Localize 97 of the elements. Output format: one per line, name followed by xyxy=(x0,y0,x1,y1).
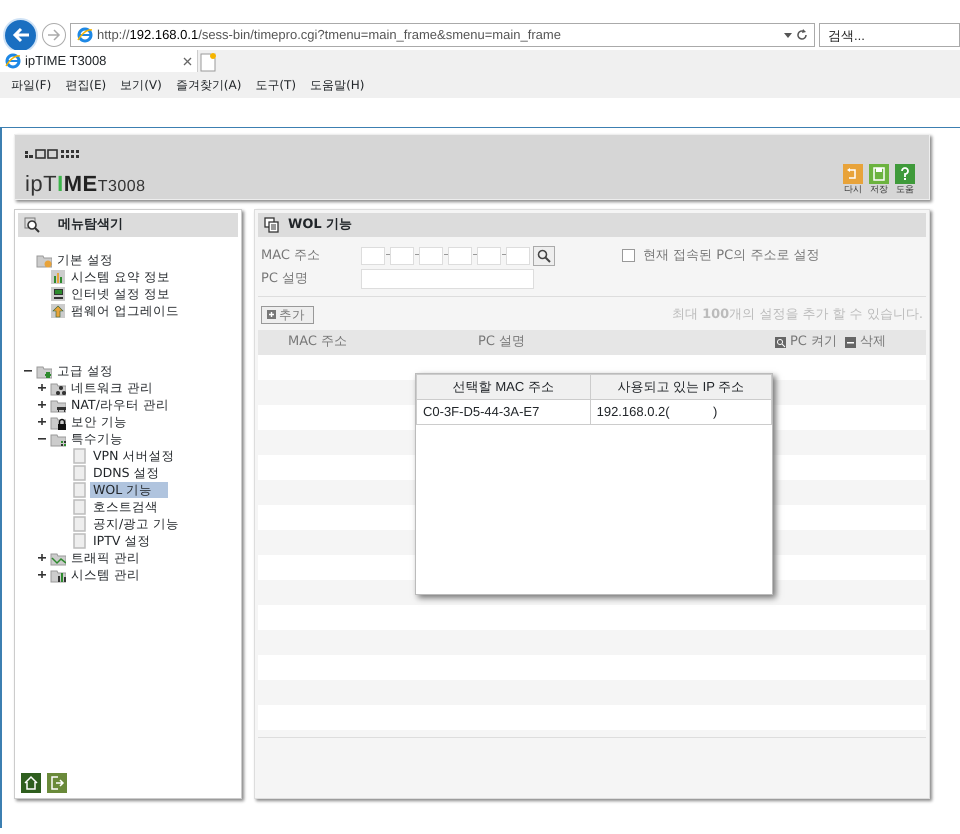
bar-chart-icon xyxy=(50,268,66,284)
logout-icon xyxy=(47,773,67,793)
expand-icon[interactable] xyxy=(38,553,46,562)
forward-arrow-icon xyxy=(47,29,61,41)
panel-title: 메뉴탐색기 xyxy=(58,216,123,234)
tree-item[interactable]: 시스템 요약 정보 xyxy=(68,268,173,284)
undo-icon xyxy=(843,164,863,184)
new-tab-icon[interactable] xyxy=(198,52,218,72)
help-icon xyxy=(895,164,915,184)
tree-item[interactable]: DDNS 설정 xyxy=(90,464,163,480)
menu-item[interactable]: 보기(V) xyxy=(120,76,162,94)
browser-icon xyxy=(77,27,93,43)
panel-title: WOL 기능 xyxy=(288,216,352,234)
column-header: 사용되고 있는 IP 주소 xyxy=(590,374,772,400)
browser-tab[interactable]: ipTIME T3008 xyxy=(0,50,198,72)
page-icon xyxy=(72,464,88,480)
back-button[interactable] xyxy=(3,18,38,52)
table-cell[interactable]: C0-3F-D5-44-3A-E7 xyxy=(416,400,590,424)
home-icon xyxy=(21,773,41,793)
tree-item[interactable]: 시스템 관리 xyxy=(68,566,143,582)
toolbar-button[interactable]: 다시 xyxy=(843,164,863,197)
tab-title: ipTIME T3008 xyxy=(25,52,108,70)
mac-octet-field[interactable] xyxy=(506,246,530,264)
tree-item[interactable]: 인터넷 설정 정보 xyxy=(68,286,173,302)
field-label: PC 설명 xyxy=(261,270,310,288)
toolbar-button[interactable]: 도움 xyxy=(895,164,915,197)
home-button[interactable] xyxy=(21,773,41,793)
mac-octet-field[interactable] xyxy=(448,246,472,264)
tree-item[interactable]: 특수기능 xyxy=(68,430,126,446)
expand-icon[interactable] xyxy=(38,417,46,426)
page-icon xyxy=(72,498,88,514)
dash-icon xyxy=(502,254,506,256)
toolbar-button[interactable]: 저장 xyxy=(869,164,889,197)
tree-item[interactable]: 보안 기능 xyxy=(68,414,130,430)
back-arrow-icon xyxy=(12,27,30,43)
add-button[interactable]: 추가 xyxy=(261,306,314,324)
magnifier-icon xyxy=(24,217,40,233)
dash-icon xyxy=(444,254,448,256)
logout-button[interactable] xyxy=(47,773,67,793)
tree-item[interactable]: 호스트검색 xyxy=(90,498,161,514)
expand-icon[interactable] xyxy=(38,570,46,579)
delete-header[interactable]: 삭제 xyxy=(845,332,886,352)
tree-item[interactable]: VPN 서버설정 xyxy=(90,448,178,464)
refresh-icon[interactable] xyxy=(796,29,808,41)
dropdown-caret-icon[interactable] xyxy=(784,32,792,38)
monitor-icon xyxy=(50,286,66,302)
dash-icon xyxy=(472,254,476,256)
tree-item[interactable]: 기본 설정 xyxy=(54,252,116,268)
search-icon xyxy=(774,336,786,348)
dash-icon xyxy=(386,254,390,256)
close-icon[interactable] xyxy=(183,56,192,66)
tree-item[interactable]: WOL 기능 xyxy=(90,482,168,498)
menu-item[interactable]: 도구(T) xyxy=(255,76,296,94)
browser-icon xyxy=(5,53,21,69)
limit-note: 최대 100개의 설정을 추가 할 수 있습니다. xyxy=(672,306,923,324)
tree-item[interactable]: 공지/광고 기능 xyxy=(90,516,182,532)
column-header: PC 설명 xyxy=(478,333,526,352)
expand-icon[interactable] xyxy=(38,400,46,409)
address-bar[interactable]: http://192.168.0.1/sess-bin/timepro.cgi?tmenu=main_frame&smenu=main_frame xyxy=(70,23,815,47)
tree-item[interactable]: 네트워크 관리 xyxy=(68,380,156,396)
dash-icon xyxy=(414,254,418,256)
mac-octet-field[interactable] xyxy=(390,246,414,264)
expand-icon[interactable] xyxy=(38,383,46,392)
plus-icon xyxy=(267,310,276,320)
field-label: MAC 주소 xyxy=(261,246,322,265)
save-icon xyxy=(869,164,889,184)
windows-icon xyxy=(264,217,280,233)
page-icon xyxy=(72,448,88,464)
menu-item[interactable]: 즐겨찾기(A) xyxy=(176,76,242,94)
column-header: 선택할 MAC 주소 xyxy=(416,374,590,400)
checkbox[interactable] xyxy=(622,249,635,262)
tree-item[interactable]: 고급 설정 xyxy=(54,362,116,378)
search-icon xyxy=(537,248,551,262)
mac-octet-field[interactable] xyxy=(477,246,501,264)
page-icon xyxy=(72,516,88,532)
menu-item[interactable]: 편집(E) xyxy=(65,76,106,94)
mac-octet-field[interactable] xyxy=(419,246,443,264)
tree-item[interactable]: 트래픽 관리 xyxy=(68,550,143,566)
checkbox-label: 현재 접속된 PC의 주소로 설정 xyxy=(643,246,820,265)
upload-icon xyxy=(50,302,66,318)
tree-item[interactable]: 펌웨어 업그레이드 xyxy=(68,302,182,318)
page-icon xyxy=(72,532,88,548)
wake-pc-header[interactable]: PC 켜기 xyxy=(774,332,837,352)
search-field[interactable]: 검색... xyxy=(819,23,960,47)
logo-text: ipTIMET3008 xyxy=(25,172,146,194)
search-button[interactable] xyxy=(533,246,555,266)
menu-item[interactable]: 도움말(H) xyxy=(310,76,364,94)
page-icon xyxy=(72,482,88,498)
tree-item[interactable]: IPTV 설정 xyxy=(90,532,154,548)
minus-icon xyxy=(845,336,856,348)
table-cell[interactable]: 192.168.0.2( ) xyxy=(590,400,772,424)
mac-octet-field[interactable] xyxy=(361,246,385,264)
column-header: MAC 주소 xyxy=(288,333,348,352)
tree-item[interactable]: NAT/라우터 관리 xyxy=(68,396,172,412)
url-text: http://192.168.0.1/sess-bin/timepro.cgi?tmenu=main_frame&smenu=main_frame xyxy=(97,26,562,44)
pc-description-field[interactable] xyxy=(361,268,534,288)
menu-item[interactable]: 파일(F) xyxy=(11,76,52,94)
